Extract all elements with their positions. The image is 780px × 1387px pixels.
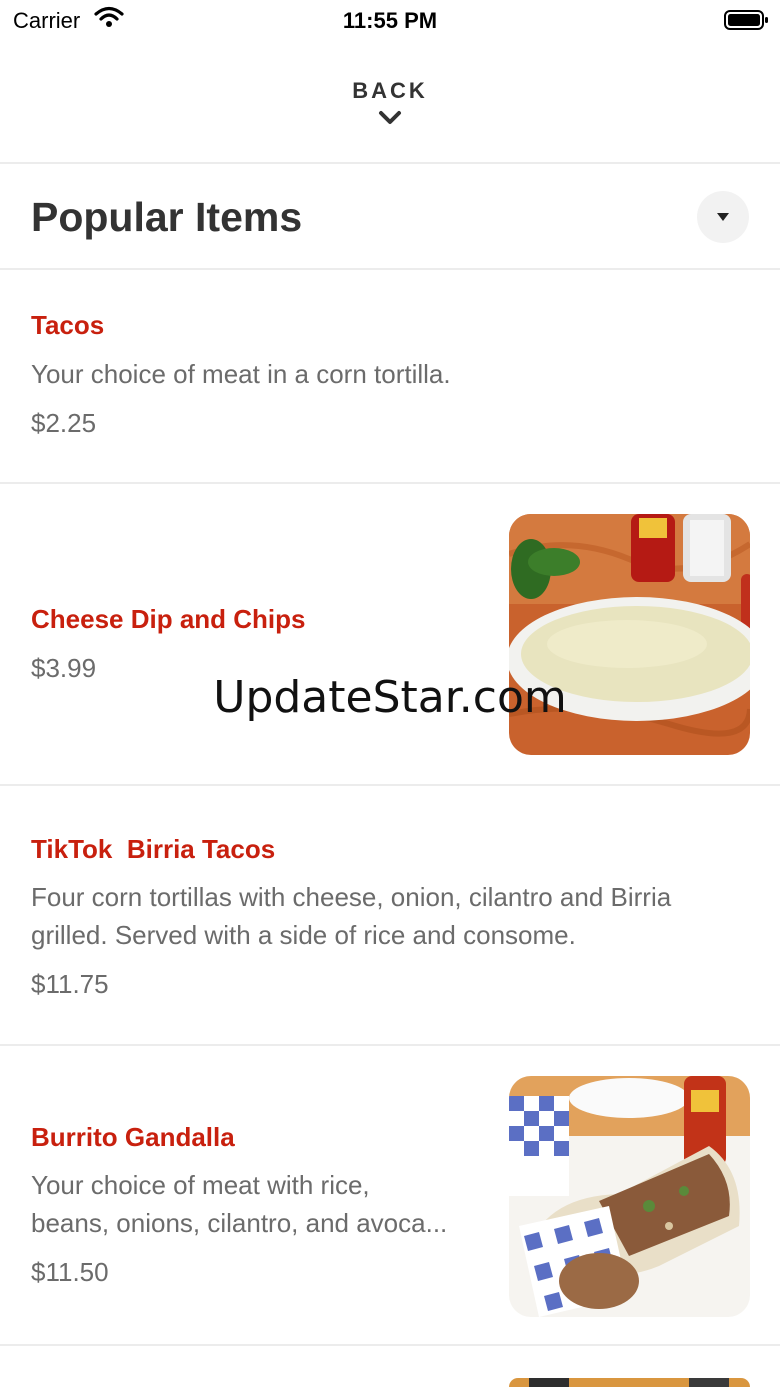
- chevron-down-icon: [379, 111, 401, 124]
- item-description-line-1: Your choice of meat with rice,: [31, 1170, 370, 1200]
- divider: [0, 268, 780, 270]
- divider: [0, 1344, 780, 1346]
- collapse-section-button[interactable]: [697, 191, 749, 243]
- item-description-line-2: beans, onions, cilantro, and avoca...: [31, 1208, 448, 1238]
- back-label: BACK: [352, 78, 428, 103]
- item-name: TikTok Birria Tacos: [31, 834, 276, 864]
- item-image-next: [509, 1378, 750, 1387]
- item-name: Burrito Gandalla: [31, 1122, 235, 1152]
- divider: [0, 162, 780, 164]
- divider: [0, 1044, 780, 1046]
- item-name: Tacos: [31, 310, 105, 340]
- status-bar: Carrier 11:55 PM: [0, 0, 780, 44]
- watermark-text: UpdateStar.com: [213, 672, 567, 723]
- item-price: $11.75: [31, 969, 109, 999]
- item-price: $11.50: [31, 1257, 109, 1287]
- item-name: Cheese Dip and Chips: [31, 604, 306, 634]
- item-image-burrito: [509, 1076, 750, 1317]
- divider: [0, 784, 780, 786]
- item-description-line-1: Four corn tortillas with cheese, onion, …: [31, 882, 672, 912]
- section-title: Popular Items: [31, 194, 303, 240]
- caret-down-icon: [717, 213, 729, 221]
- divider: [0, 482, 780, 484]
- battery-icon: [724, 9, 770, 36]
- item-price: $2.25: [31, 408, 97, 438]
- back-button[interactable]: BACK: [0, 78, 780, 126]
- status-time: 11:55 PM: [342, 8, 438, 33]
- item-description: Your choice of meat in a corn tortilla.: [31, 359, 451, 389]
- item-description-line-2: grilled. Served with a side of rice and …: [31, 920, 576, 950]
